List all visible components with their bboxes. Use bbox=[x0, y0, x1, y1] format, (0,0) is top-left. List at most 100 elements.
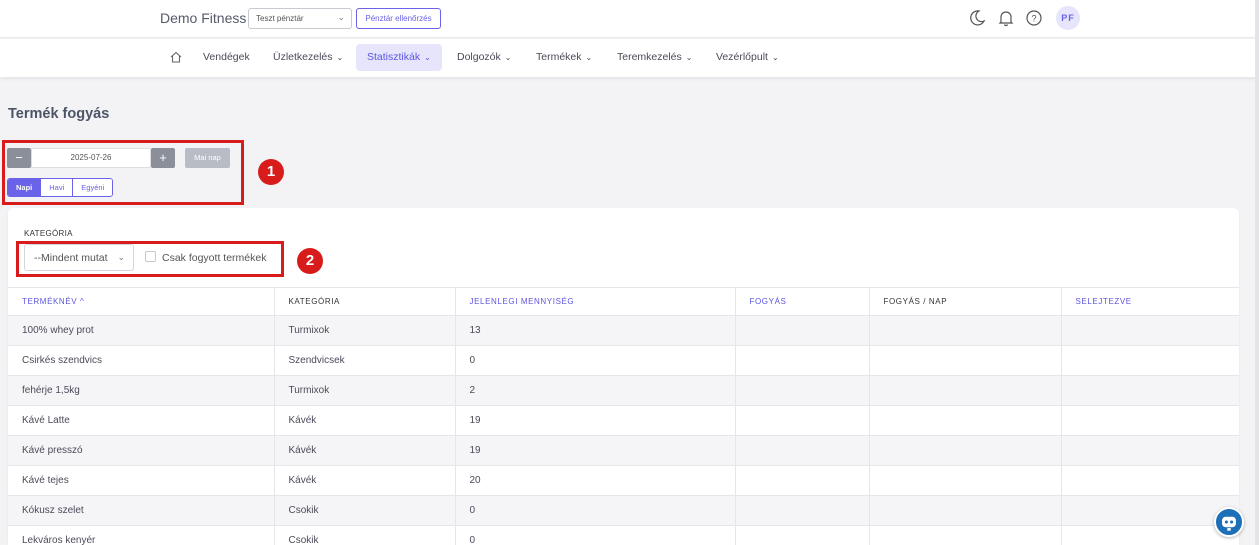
table-row: Kávé presszó Kávék 19 bbox=[8, 435, 1239, 466]
date-input[interactable]: 2025-07-26 bbox=[31, 148, 151, 168]
nav-item-teremkezeles[interactable]: Teremkezelés ⌄ bbox=[606, 44, 703, 71]
nav-item-vendegek[interactable]: Vendégek bbox=[192, 44, 261, 71]
cell-current-quantity: 20 bbox=[455, 465, 736, 496]
period-daily-button[interactable]: Napi bbox=[8, 179, 42, 196]
column-header-product-name[interactable]: TERMÉKNÉV ^ bbox=[8, 287, 275, 316]
cell-current-quantity: 0 bbox=[455, 345, 736, 376]
cell-current-quantity: 0 bbox=[455, 525, 736, 545]
period-monthly-button[interactable]: Havi bbox=[41, 179, 74, 196]
cell-product-name: Kókusz szelet bbox=[8, 495, 275, 526]
chevron-down-icon: ⌄ bbox=[424, 53, 431, 62]
annotation-badge-2: 2 bbox=[297, 248, 323, 274]
user-avatar[interactable]: PF bbox=[1056, 6, 1080, 30]
scrollbar[interactable] bbox=[1255, 0, 1259, 545]
cell-current-quantity: 2 bbox=[455, 375, 736, 406]
page-title: Termék fogyás bbox=[8, 106, 110, 122]
category-label: KATEGÓRIA bbox=[24, 229, 73, 238]
product-table: TERMÉKNÉV ^ KATEGÓRIA JELENLEGI MENNYISÉ… bbox=[8, 287, 1239, 545]
table-row: fehérje 1,5kg Turmixok 2 bbox=[8, 375, 1239, 406]
bell-icon[interactable] bbox=[997, 9, 1015, 27]
table-row: Lekváros kenyér Csokik 0 bbox=[8, 525, 1239, 545]
table-row: Kávé tejes Kávék 20 bbox=[8, 465, 1239, 496]
cash-register-select[interactable]: Teszt pénztár ⌄ bbox=[248, 8, 352, 29]
nav-item-dolgozok[interactable]: Dolgozók ⌄ bbox=[446, 44, 522, 71]
cash-check-button[interactable]: Pénztár ellenőrzés bbox=[356, 8, 441, 29]
cell-current-quantity: 13 bbox=[455, 315, 736, 346]
svg-text:?: ? bbox=[1031, 14, 1036, 24]
cell-product-name: Kávé presszó bbox=[8, 435, 275, 466]
nav-item-vezerlopult[interactable]: Vezérlőpult ⌄ bbox=[705, 44, 790, 71]
cell-category: Turmixok bbox=[274, 315, 456, 346]
cell-category: Csokik bbox=[274, 525, 456, 545]
date-decrement-button[interactable]: − bbox=[7, 148, 31, 168]
annotation-badge-1: 1 bbox=[258, 159, 284, 185]
cell-consumption bbox=[735, 345, 870, 376]
column-header-consumption[interactable]: FOGYÁS bbox=[735, 287, 870, 316]
column-header-discarded[interactable]: SELEJTEZVE bbox=[1061, 287, 1239, 316]
cell-consumption-per-day bbox=[869, 315, 1062, 346]
moon-icon[interactable] bbox=[968, 9, 986, 27]
cell-consumption-per-day bbox=[869, 345, 1062, 376]
table-row: Kókusz szelet Csokik 0 bbox=[8, 495, 1239, 526]
nav-item-termekek[interactable]: Termékek ⌄ bbox=[525, 44, 603, 71]
cell-product-name: Kávé tejes bbox=[8, 465, 275, 496]
cell-current-quantity: 0 bbox=[455, 495, 736, 526]
cell-discarded bbox=[1061, 405, 1239, 436]
cell-product-name: Lekváros kenyér bbox=[8, 525, 275, 545]
cell-consumption-per-day bbox=[869, 495, 1062, 526]
cell-discarded bbox=[1061, 345, 1239, 376]
cell-category: Csokik bbox=[274, 495, 456, 526]
cell-discarded bbox=[1061, 315, 1239, 346]
home-icon[interactable] bbox=[169, 50, 183, 64]
chevron-down-icon: ⌄ bbox=[685, 53, 693, 62]
cell-category: Kávék bbox=[274, 465, 456, 496]
today-button[interactable]: Mai nap bbox=[185, 148, 230, 168]
cell-discarded bbox=[1061, 525, 1239, 545]
cell-consumption bbox=[735, 495, 870, 526]
cell-product-name: Kávé Latte bbox=[8, 405, 275, 436]
brand-name[interactable]: Demo Fitness bbox=[160, 10, 246, 26]
chevron-down-icon: ⌄ bbox=[336, 53, 344, 62]
cell-current-quantity: 19 bbox=[455, 405, 736, 436]
column-header-category: KATEGÓRIA bbox=[274, 287, 456, 316]
nav-item-uzletkezeles[interactable]: Üzletkezelés ⌄ bbox=[262, 44, 354, 71]
cell-current-quantity: 19 bbox=[455, 435, 736, 466]
main-nav: Vendégek Üzletkezelés ⌄ Statisztikák ⌄ Dol… bbox=[0, 39, 1259, 77]
cell-category: Kávék bbox=[274, 405, 456, 436]
period-custom-button[interactable]: Egyéni bbox=[73, 179, 113, 196]
top-bar: Demo Fitness Teszt pénztár ⌄ Pénztár ell… bbox=[0, 0, 1259, 38]
table-row: 100% whey prot Turmixok 13 bbox=[8, 315, 1239, 346]
cell-product-name: fehérje 1,5kg bbox=[8, 375, 275, 406]
chevron-down-icon: ⌄ bbox=[771, 53, 779, 62]
sort-asc-icon: ^ bbox=[80, 297, 85, 306]
chevron-down-icon: ⌄ bbox=[585, 53, 593, 62]
cell-consumption bbox=[735, 525, 870, 545]
period-toggle: Napi Havi Egyéni bbox=[7, 178, 114, 197]
cell-discarded bbox=[1061, 435, 1239, 466]
chat-bot-icon[interactable] bbox=[1214, 507, 1244, 537]
cell-product-name: Csirkés szendvics bbox=[8, 345, 275, 376]
date-increment-button[interactable]: + bbox=[151, 148, 175, 168]
cell-consumption-per-day bbox=[869, 405, 1062, 436]
cell-consumption-per-day bbox=[869, 435, 1062, 466]
table-row: Csirkés szendvics Szendvicsek 0 bbox=[8, 345, 1239, 376]
cell-product-name: 100% whey prot bbox=[8, 315, 275, 346]
cell-consumption-per-day bbox=[869, 465, 1062, 496]
cell-category: Turmixok bbox=[274, 375, 456, 406]
cell-consumption bbox=[735, 465, 870, 496]
cell-category: Szendvicsek bbox=[274, 345, 456, 376]
chevron-down-icon: ⌄ bbox=[504, 53, 512, 62]
cell-consumption-per-day bbox=[869, 525, 1062, 545]
cell-consumption bbox=[735, 405, 870, 436]
cell-discarded bbox=[1061, 465, 1239, 496]
cell-consumption-per-day bbox=[869, 375, 1062, 406]
table-header-row: TERMÉKNÉV ^ KATEGÓRIA JELENLEGI MENNYISÉ… bbox=[8, 287, 1239, 316]
cell-consumption bbox=[735, 315, 870, 346]
help-icon[interactable]: ? bbox=[1025, 9, 1043, 27]
column-header-consumption-per-day: FOGYÁS / NAP bbox=[869, 287, 1062, 316]
table-row: Kávé Latte Kávék 19 bbox=[8, 405, 1239, 436]
column-header-current-quantity[interactable]: JELENLEGI MENNYISÉG bbox=[455, 287, 736, 316]
cell-discarded bbox=[1061, 495, 1239, 526]
nav-item-statisztikak[interactable]: Statisztikák ⌄ bbox=[356, 44, 442, 71]
cell-consumption bbox=[735, 435, 870, 466]
